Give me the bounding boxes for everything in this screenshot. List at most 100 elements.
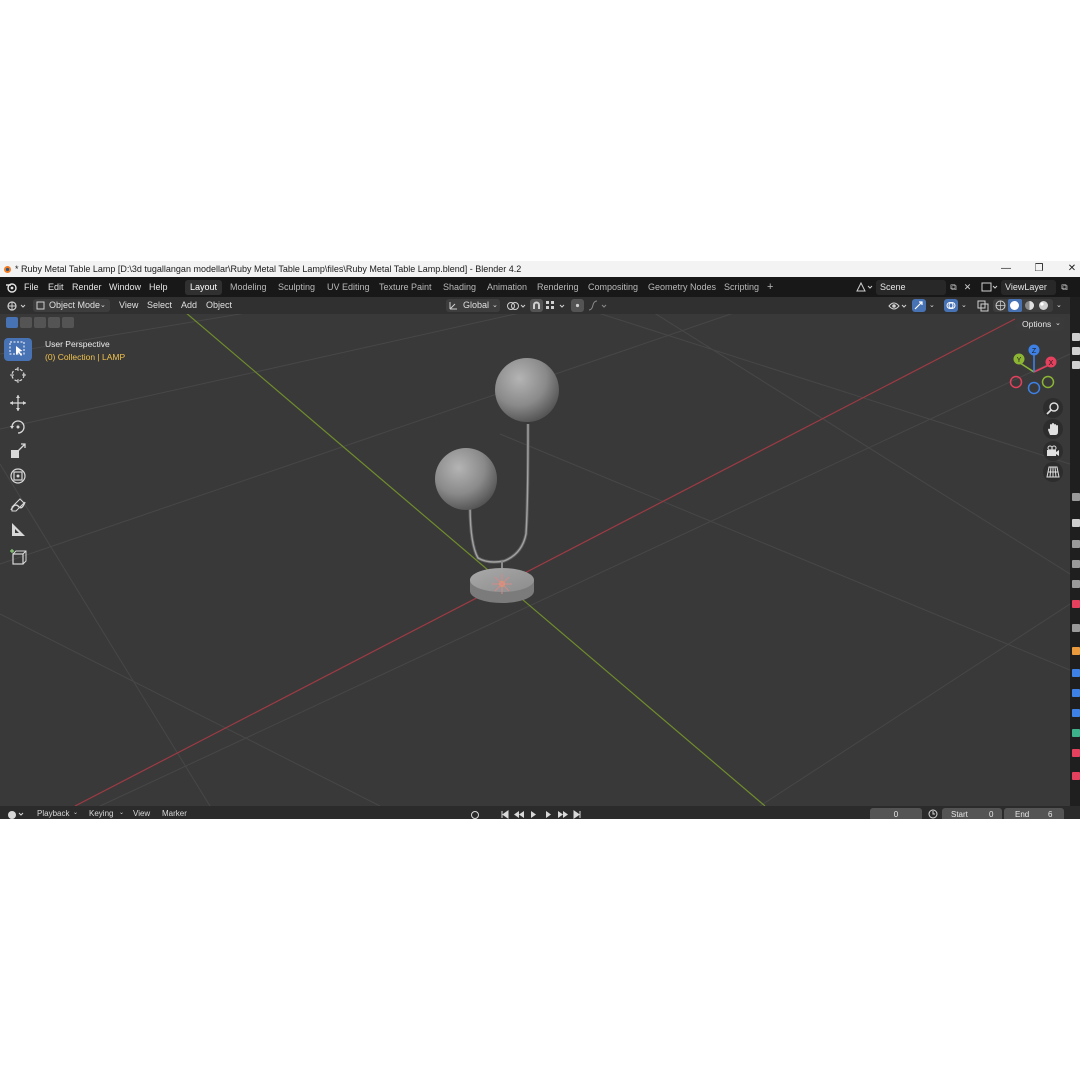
options-dropdown[interactable]: Options ⌄ bbox=[1016, 317, 1064, 331]
view-layer-selector-icon[interactable] bbox=[980, 281, 998, 293]
delete-scene-icon[interactable]: ✕ bbox=[961, 281, 974, 294]
new-view-layer-icon[interactable]: ⧉ bbox=[1058, 281, 1071, 294]
tab-geometry-nodes[interactable]: Geometry Nodes bbox=[643, 280, 721, 295]
3d-viewport[interactable]: User Perspective (0) Collection | LAMP O… bbox=[0, 314, 1070, 806]
menu-render[interactable]: Render bbox=[72, 277, 102, 297]
solid-shading-button[interactable] bbox=[1008, 299, 1022, 312]
tab-layout[interactable]: Layout bbox=[185, 280, 223, 295]
snap-target-icon[interactable] bbox=[545, 300, 569, 312]
blender-logo-icon[interactable] bbox=[5, 281, 17, 293]
shader-tab-icon[interactable] bbox=[1072, 749, 1080, 757]
pan-button[interactable] bbox=[1043, 419, 1063, 439]
menu-marker[interactable]: Marker bbox=[162, 806, 187, 819]
camera-view-button[interactable] bbox=[1043, 441, 1063, 461]
tab-texture-paint[interactable]: Texture Paint bbox=[374, 280, 437, 295]
scene-tab-icon[interactable] bbox=[1072, 519, 1080, 527]
clock-icon[interactable] bbox=[928, 809, 938, 819]
add-workspace-button[interactable]: + bbox=[762, 280, 778, 295]
data-tab-icon[interactable] bbox=[1072, 689, 1080, 697]
chevron-down-icon[interactable]: ⌄ bbox=[929, 297, 935, 314]
chevron-down-icon[interactable]: ⌄ bbox=[1056, 297, 1062, 314]
material-tab-icon[interactable] bbox=[1072, 709, 1080, 717]
collection-tab-icon[interactable] bbox=[1072, 560, 1080, 568]
overlays-toggle[interactable] bbox=[944, 299, 958, 312]
tool-scale[interactable] bbox=[4, 439, 32, 462]
rendered-shading-icon[interactable] bbox=[1038, 300, 1049, 311]
new-scene-icon[interactable]: ⧉ bbox=[947, 281, 960, 294]
playback-controls[interactable] bbox=[500, 810, 586, 819]
tool-add-cube[interactable] bbox=[4, 545, 32, 568]
mode-dropdown[interactable]: Object Mode ⌄ bbox=[33, 299, 110, 312]
auto-keying-icon[interactable] bbox=[470, 810, 480, 819]
select-extend-button[interactable] bbox=[20, 317, 32, 328]
wireframe-shading-icon[interactable] bbox=[995, 300, 1006, 311]
texture-tab-icon[interactable] bbox=[1072, 729, 1080, 737]
tool-rotate[interactable] bbox=[4, 415, 32, 438]
output-tab-icon[interactable] bbox=[1072, 361, 1080, 369]
editor-type-icon[interactable] bbox=[6, 300, 28, 312]
xray-icon[interactable] bbox=[977, 300, 989, 312]
minimize-button[interactable]: — bbox=[996, 261, 1016, 277]
tool-measure[interactable] bbox=[4, 518, 32, 541]
tab-uv-editing[interactable]: UV Editing bbox=[322, 280, 375, 295]
timeline-editor-icon[interactable] bbox=[6, 809, 26, 819]
tab-compositing[interactable]: Compositing bbox=[583, 280, 643, 295]
modifier-tab-icon[interactable] bbox=[1072, 600, 1080, 608]
ortho-toggle-button[interactable] bbox=[1043, 462, 1063, 482]
pivot-point-icon[interactable] bbox=[506, 300, 528, 312]
menu-object[interactable]: Object bbox=[206, 297, 232, 314]
maximize-button[interactable]: ❐ bbox=[1029, 261, 1049, 277]
tool-tab-icon[interactable] bbox=[1072, 333, 1080, 341]
zoom-button[interactable] bbox=[1043, 398, 1063, 418]
tab-shading[interactable]: Shading bbox=[438, 280, 481, 295]
tool-annotate[interactable] bbox=[4, 493, 32, 516]
tab-sculpting[interactable]: Sculpting bbox=[273, 280, 320, 295]
object-tab-icon[interactable] bbox=[1072, 580, 1080, 588]
visibility-icon[interactable] bbox=[888, 300, 910, 312]
constraints-tab-icon[interactable] bbox=[1072, 669, 1080, 677]
menu-window[interactable]: Window bbox=[109, 277, 141, 297]
menu-playback[interactable]: Playback bbox=[37, 806, 69, 819]
render-tab-icon[interactable] bbox=[1072, 347, 1080, 355]
menu-add[interactable]: Add bbox=[181, 297, 197, 314]
tab-modeling[interactable]: Modeling bbox=[225, 280, 272, 295]
material-shading-icon[interactable] bbox=[1024, 300, 1035, 311]
scene-field[interactable]: Scene bbox=[876, 280, 946, 295]
particles-tab-icon[interactable] bbox=[1072, 624, 1080, 632]
scene-selector-icon[interactable] bbox=[855, 281, 873, 293]
extra-tab-icon[interactable] bbox=[1072, 772, 1080, 780]
select-new-button[interactable] bbox=[6, 317, 18, 328]
menu-view[interactable]: View bbox=[133, 806, 150, 819]
select-invert-button[interactable] bbox=[48, 317, 60, 328]
proportional-editing-toggle[interactable] bbox=[571, 299, 584, 312]
gizmo-toggle[interactable] bbox=[912, 299, 926, 312]
start-frame-field[interactable]: Start 0 bbox=[942, 808, 1002, 819]
end-frame-field[interactable]: End 6 bbox=[1004, 808, 1064, 819]
menu-keying[interactable]: Keying bbox=[89, 806, 113, 819]
tab-rendering[interactable]: Rendering bbox=[532, 280, 584, 295]
falloff-icon[interactable] bbox=[588, 300, 610, 312]
current-frame-field[interactable]: 0 bbox=[870, 808, 922, 819]
menu-view[interactable]: View bbox=[119, 297, 138, 314]
world-tab-icon[interactable] bbox=[1072, 540, 1080, 548]
menu-edit[interactable]: Edit bbox=[48, 277, 64, 297]
snap-toggle[interactable] bbox=[530, 299, 543, 312]
navigation-gizmo[interactable]: X Y Z bbox=[1006, 342, 1062, 398]
tool-move[interactable] bbox=[4, 391, 32, 414]
tab-scripting[interactable]: Scripting bbox=[719, 280, 764, 295]
tool-select-box[interactable] bbox=[4, 338, 32, 361]
select-subtract-button[interactable] bbox=[34, 317, 46, 328]
view-layer-tab-icon[interactable] bbox=[1072, 493, 1080, 501]
tool-transform[interactable] bbox=[4, 464, 32, 487]
chevron-down-icon[interactable]: ⌄ bbox=[961, 297, 967, 314]
tool-cursor[interactable] bbox=[4, 363, 32, 386]
physics-tab-icon[interactable] bbox=[1072, 647, 1080, 655]
transform-orientation-dropdown[interactable]: Global ⌄ bbox=[446, 299, 500, 312]
close-button[interactable]: ✕ bbox=[1062, 261, 1080, 277]
view-layer-field[interactable]: ViewLayer bbox=[1001, 280, 1056, 295]
menu-file[interactable]: File bbox=[24, 277, 39, 297]
menu-select[interactable]: Select bbox=[147, 297, 172, 314]
tab-animation[interactable]: Animation bbox=[482, 280, 532, 295]
select-intersect-button[interactable] bbox=[62, 317, 74, 328]
menu-help[interactable]: Help bbox=[149, 277, 168, 297]
